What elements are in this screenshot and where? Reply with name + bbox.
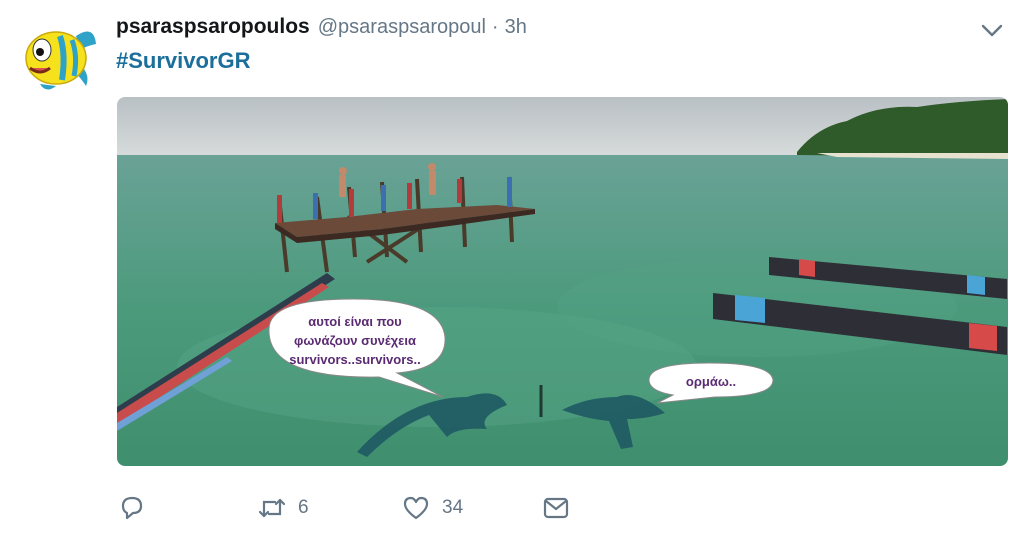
speech-bubble-1-line-2: φωνάζουν συνέχεια — [294, 333, 416, 348]
tweet-menu-button[interactable] — [980, 20, 1004, 40]
tweet-action-bar: 6 34 — [118, 490, 618, 526]
heart-icon — [403, 496, 429, 520]
tweet-header: psaraspsaropoulos @psaraspsaropoul · 3h — [116, 14, 527, 40]
retweet-count: 6 — [298, 497, 309, 518]
reply-icon — [121, 496, 143, 520]
like-count: 34 — [442, 497, 464, 518]
chevron-down-icon — [981, 24, 1003, 37]
direct-message-icon — [543, 497, 569, 519]
display-name[interactable]: psaraspsaropoulos — [116, 15, 310, 39]
reply-button[interactable] — [118, 490, 146, 526]
hashtag-link[interactable]: #SurvivorGR — [116, 48, 251, 74]
retweet-button[interactable]: 6 — [258, 490, 309, 526]
retweet-icon — [258, 498, 286, 518]
speech-bubble-1-line-1: αυτοί είναι που — [308, 314, 402, 329]
avatar[interactable] — [16, 14, 98, 96]
speech-bubble-1-line-3: survivors..survivors.. — [289, 352, 421, 367]
yellow-fish-avatar-icon — [25, 31, 96, 90]
separator-dot: · — [491, 15, 499, 38]
media-illustration: αυτοί είναι που φωνάζουν συνέχεια surviv… — [117, 97, 1008, 466]
timestamp[interactable]: 3h — [505, 16, 527, 39]
user-handle[interactable]: @psaraspsaropoul — [318, 16, 486, 39]
direct-message-button[interactable] — [542, 490, 570, 526]
speech-bubble-2-line-1: ορμάω.. — [686, 374, 736, 389]
like-button[interactable]: 34 — [402, 490, 463, 526]
tweet-media-image[interactable]: αυτοί είναι που φωνάζουν συνέχεια surviv… — [117, 97, 1008, 466]
